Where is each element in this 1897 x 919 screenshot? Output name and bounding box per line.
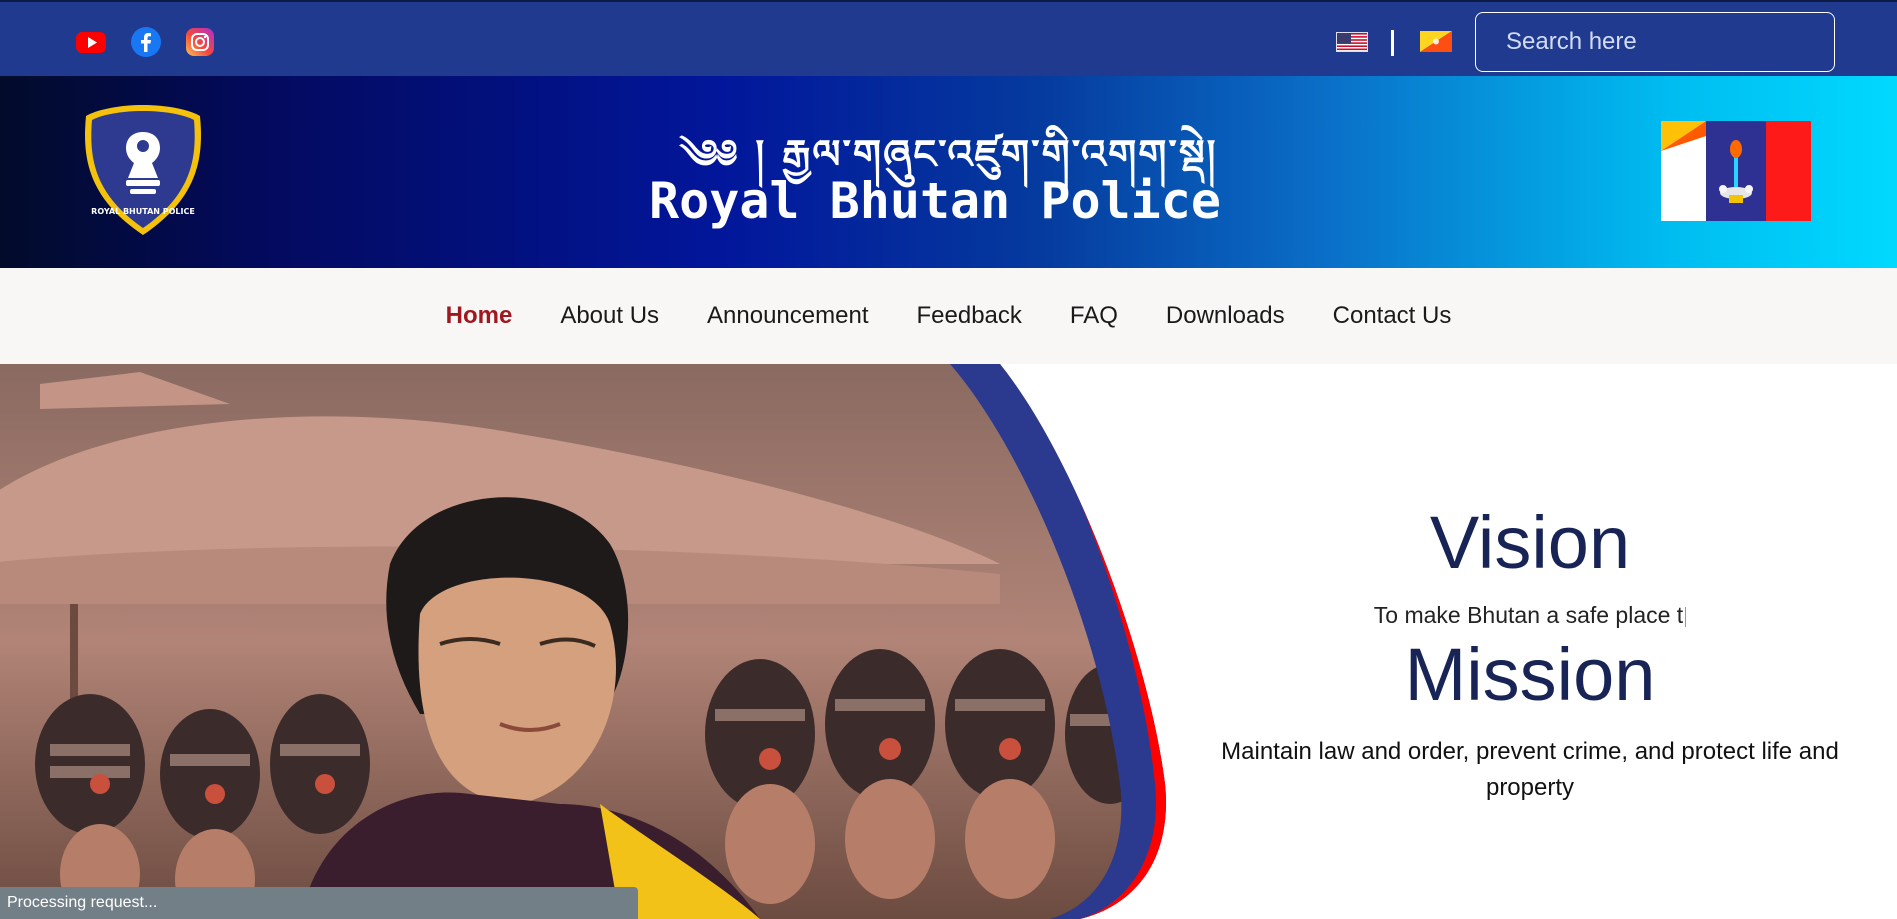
nav-about-us[interactable]: About Us [560,302,659,330]
youtube-icon[interactable] [75,26,107,58]
dzongkha-flag-icon[interactable] [1420,31,1452,52]
header-banner: ROYAL BHUTAN POLICE ༄༅ ། རྒྱལ་གཞུང་འཛུག་… [0,76,1897,268]
main-navigation: Home About Us Announcement Feedback FAQ … [0,268,1897,364]
nav-feedback[interactable]: Feedback [916,302,1021,330]
top-bar [0,0,1897,76]
vision-mission-panel: Vision To make Bhutan a safe place t Mis… [1200,364,1860,919]
hero-image [0,364,1166,919]
vision-text: To make Bhutan a safe place t [1200,602,1860,629]
search-input[interactable] [1475,12,1835,72]
nav-contact-us[interactable]: Contact Us [1333,302,1452,330]
nav-home[interactable]: Home [446,302,513,330]
language-divider [1391,30,1394,56]
mission-text: Maintain law and order, prevent crime, a… [1221,738,1839,801]
english-flag-icon[interactable] [1336,32,1368,52]
status-bar: Processing request... [0,887,638,919]
mission-heading: Mission [1404,633,1656,716]
nav-downloads[interactable]: Downloads [1166,302,1285,330]
vision-heading: Vision [1429,501,1631,584]
nav-faq[interactable]: FAQ [1070,302,1118,330]
hero-section: Vision To make Bhutan a safe place t Mis… [0,364,1897,919]
nav-announcement[interactable]: Announcement [707,302,868,330]
facebook-icon[interactable] [130,26,162,58]
police-flag-emblem [1661,121,1811,221]
site-title: Royal Bhutan Police [649,172,1221,230]
instagram-icon[interactable] [184,26,216,58]
